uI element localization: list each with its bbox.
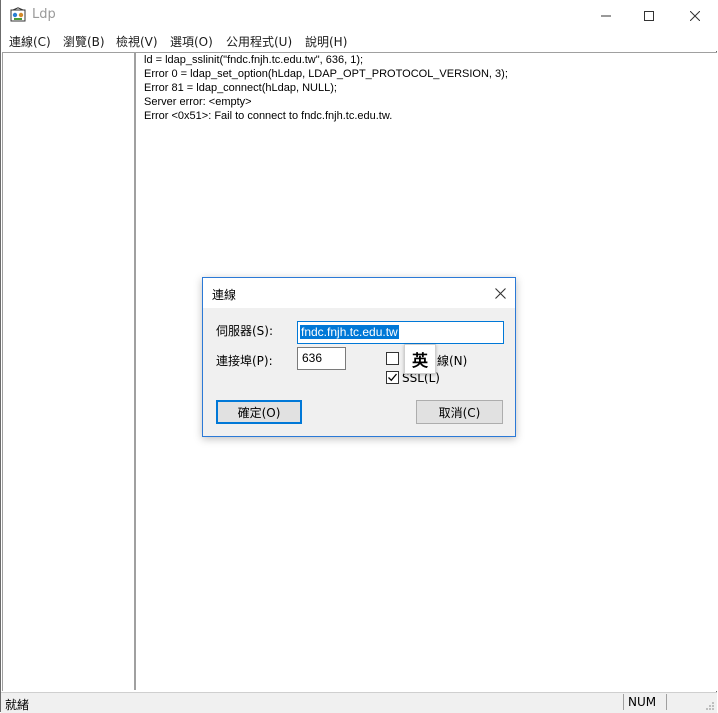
ldp-app-icon: [10, 7, 26, 23]
dialog-close-button[interactable]: [489, 282, 511, 304]
status-bar: 就緒 NUM: [1, 692, 717, 713]
close-icon: [690, 10, 700, 21]
maximize-icon: [644, 10, 654, 21]
dialog-title: 連線: [212, 288, 237, 302]
connectionless-checkbox[interactable]: [386, 352, 399, 365]
log-line: Server error: <empty>: [144, 96, 252, 108]
server-label: 伺服器(S):: [216, 324, 274, 338]
port-label: 連接埠(P):: [216, 354, 273, 368]
checkmark-icon: [388, 373, 398, 382]
log-line: Error 0 = ldap_set_option(hLdap, LDAP_OP…: [144, 68, 508, 80]
menu-connection[interactable]: 連線(C): [9, 33, 51, 50]
close-icon: [494, 287, 506, 299]
status-cell: [666, 694, 707, 710]
num-lock-indicator: NUM: [623, 694, 665, 710]
minimize-button[interactable]: [583, 0, 629, 31]
log-line: ld = ldap_sslinit("fndc.fnjh.tc.edu.tw",…: [144, 54, 364, 66]
tree-pane[interactable]: [2, 52, 135, 691]
port-input[interactable]: 636: [297, 347, 346, 370]
dialog-title-bar[interactable]: 連線: [203, 278, 515, 308]
close-button[interactable]: [672, 0, 718, 31]
connectionless-label: 線(N): [437, 354, 468, 368]
menu-bar: 連線(C) 瀏覽(B) 檢視(V) 選項(O) 公用程式(U) 說明(H): [1, 31, 717, 51]
menu-browse[interactable]: 瀏覽(B): [63, 33, 105, 50]
menu-utilities[interactable]: 公用程式(U): [226, 33, 292, 50]
connect-dialog: 連線 伺服器(S): fndc.fnjh.tc.edu.tw 連接埠(P): 6…: [202, 277, 516, 437]
ssl-checkbox[interactable]: [386, 371, 399, 384]
menu-options[interactable]: 選項(O): [170, 33, 213, 50]
log-line: Error <0x51>: Fail to connect to fndc.fn…: [144, 110, 393, 122]
log-line: Error 81 = ldap_connect(hLdap, NULL);: [144, 82, 337, 94]
ime-mode-indicator: 英: [404, 344, 436, 374]
menu-view[interactable]: 檢視(V): [116, 33, 158, 50]
ok-button[interactable]: 確定(O): [216, 400, 302, 424]
server-input-value: fndc.fnjh.tc.edu.tw: [300, 325, 399, 339]
port-input-value: 636: [302, 351, 323, 365]
menu-help[interactable]: 說明(H): [305, 33, 347, 50]
minimize-icon: [601, 15, 611, 16]
maximize-button[interactable]: [626, 0, 672, 31]
status-text: 就緒: [5, 698, 30, 712]
cancel-button[interactable]: 取消(C): [416, 400, 503, 424]
title-bar[interactable]: Ldp: [1, 0, 718, 31]
window-title: Ldp: [32, 7, 56, 22]
server-input[interactable]: fndc.fnjh.tc.edu.tw: [297, 321, 504, 344]
resize-grip-icon[interactable]: [705, 701, 715, 711]
